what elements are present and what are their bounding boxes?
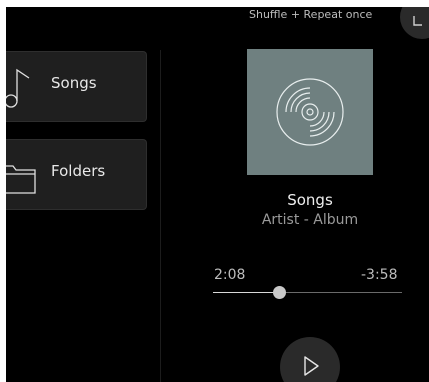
remaining-time: -3:58 bbox=[361, 267, 398, 283]
corner-icon bbox=[413, 16, 422, 26]
music-note-icon bbox=[6, 68, 30, 108]
pane-divider bbox=[160, 50, 161, 382]
track-artist-album: Artist - Album bbox=[261, 212, 359, 228]
elapsed-time: 2:08 bbox=[214, 267, 246, 283]
play-button[interactable] bbox=[280, 337, 340, 382]
corner-button[interactable] bbox=[400, 7, 429, 39]
playback-mode-label: Shuffle + Repeat once bbox=[249, 8, 373, 21]
play-icon bbox=[304, 356, 319, 376]
nav-item-folders[interactable]: Folders bbox=[6, 139, 147, 210]
seek-thumb[interactable] bbox=[273, 286, 286, 299]
album-art bbox=[247, 49, 373, 175]
folder-icon bbox=[6, 165, 36, 194]
vinyl-record-icon bbox=[276, 78, 344, 146]
seek-progress bbox=[213, 292, 279, 293]
nav-item-label: Folders bbox=[51, 162, 106, 180]
nav-item-songs[interactable]: Songs bbox=[6, 51, 147, 122]
nav-item-label: Songs bbox=[51, 74, 97, 92]
track-title: Songs bbox=[287, 191, 333, 209]
player-screen: Shuffle + Repeat once Songs Folders Song… bbox=[6, 7, 429, 382]
seek-bar[interactable] bbox=[213, 292, 402, 293]
